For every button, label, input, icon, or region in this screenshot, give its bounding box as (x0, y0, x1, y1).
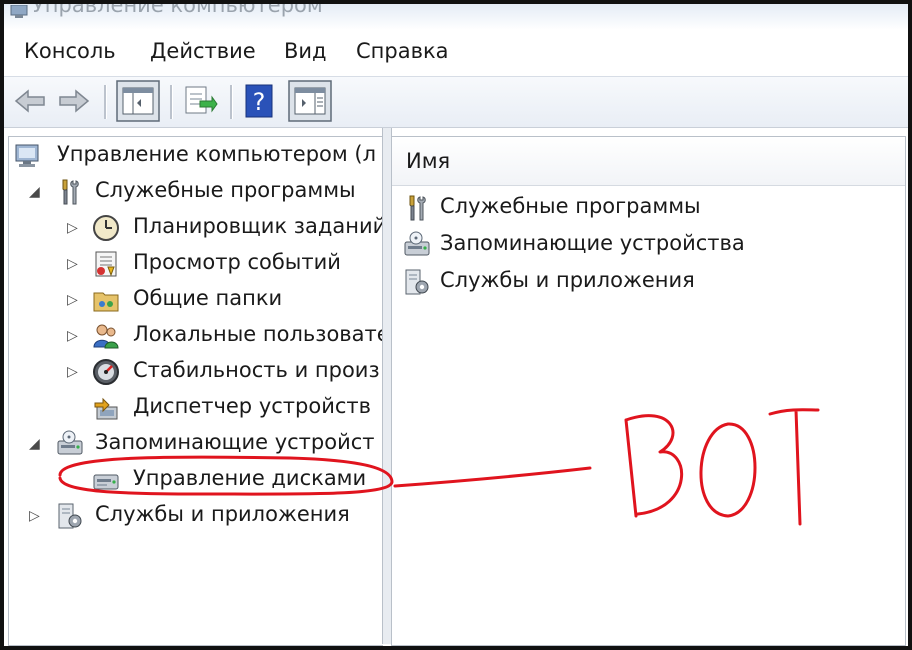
services-icon (405, 269, 429, 295)
expand-arrow-icon[interactable]: ▷ (67, 256, 78, 272)
device-manager-icon (94, 397, 118, 420)
tools-icon (62, 179, 79, 205)
menu-action[interactable]: Действие (150, 39, 256, 63)
help-button[interactable]: ? (244, 83, 276, 123)
svg-text:?: ? (253, 88, 266, 116)
collapse-arrow-icon[interactable]: ◢ (29, 436, 40, 452)
toolbar-separator (230, 85, 233, 119)
menu-help[interactable]: Справка (356, 39, 449, 63)
back-arrow-icon (14, 89, 45, 113)
expand-arrow-icon[interactable]: ▷ (67, 220, 78, 236)
services-icon (58, 503, 82, 529)
title-bar: Управление компьютером (4, 4, 908, 30)
toolbar-separator (104, 85, 107, 119)
expand-arrow-icon[interactable]: ▷ (67, 364, 78, 380)
details-pane[interactable]: Имя Служебные программы Запоминающие уст… (391, 136, 906, 646)
export-list-button[interactable] (182, 83, 218, 123)
expand-arrow-icon[interactable]: ▷ (67, 292, 78, 308)
forward-button[interactable] (56, 83, 92, 123)
performance-icon (93, 359, 119, 385)
show-hide-action-pane-button[interactable] (288, 80, 332, 126)
tools-icon (409, 195, 426, 221)
storage-icon (57, 430, 83, 455)
toolbar-separator (170, 85, 173, 119)
show-hide-tree-button[interactable] (116, 80, 160, 126)
expand-arrow-icon[interactable]: ▷ (67, 328, 78, 344)
console-tree-icon (116, 80, 160, 122)
column-header-name[interactable]: Имя (392, 137, 905, 186)
disk-management-icon (93, 474, 119, 490)
menu-view[interactable]: Вид (284, 39, 327, 63)
toolbar: ? (4, 76, 908, 128)
forward-arrow-icon (59, 89, 90, 113)
window-title: Управление компьютером (32, 4, 323, 17)
event-log-icon (95, 251, 117, 277)
export-list-icon (185, 86, 218, 114)
computer-management-icon (10, 4, 28, 23)
storage-icon (404, 231, 430, 256)
collapse-arrow-icon[interactable]: ◢ (29, 184, 40, 200)
action-pane-icon (288, 80, 332, 122)
console-tree[interactable]: Управление компьютером (л ◢ Служебные пр… (8, 136, 383, 646)
back-button[interactable] (12, 83, 48, 123)
help-icon: ? (245, 84, 273, 118)
expand-arrow-icon[interactable]: ▷ (29, 508, 40, 524)
clock-icon (93, 215, 119, 241)
menu-bar: Консоль Действие Вид Справка (4, 30, 908, 74)
shared-folder-icon (93, 292, 119, 312)
users-icon (93, 324, 119, 349)
menu-console[interactable]: Консоль (24, 39, 116, 63)
computer-management-icon (15, 144, 39, 167)
